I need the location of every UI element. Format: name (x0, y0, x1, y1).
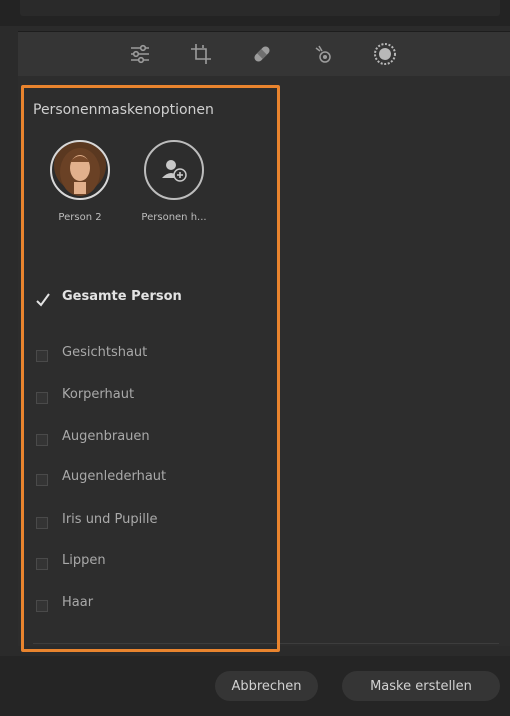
mask-icon[interactable] (373, 42, 397, 66)
checkbox[interactable] (36, 558, 48, 570)
option-label: Haar (62, 594, 94, 610)
option-haar[interactable]: Haar (36, 591, 93, 613)
person-2-thumbnail[interactable]: Person 2 (45, 140, 115, 223)
checkbox[interactable] (36, 474, 48, 486)
option-augenlederhaut[interactable]: Augenlederhaut (36, 465, 166, 487)
option-label: Iris und Pupille (62, 511, 158, 527)
option-label: Gesichtshaut (62, 344, 148, 360)
red-eye-icon[interactable] (312, 42, 336, 66)
option-label: Augenbrauen (62, 428, 150, 444)
sliders-icon[interactable] (128, 42, 152, 66)
checkmark-icon (36, 292, 50, 307)
option-gesichtshaut[interactable]: Gesichtshaut (36, 341, 147, 363)
top-strip (0, 0, 510, 26)
panel-title: Personenmaskenoptionen (33, 102, 214, 118)
cancel-button[interactable]: Abbrechen (215, 671, 318, 701)
checkbox[interactable] (36, 434, 48, 446)
checkbox[interactable] (36, 600, 48, 612)
checkbox[interactable] (36, 517, 48, 529)
option-label: Lippen (62, 552, 106, 568)
person-label: Person 2 (58, 212, 102, 223)
top-toolbar-remnant (20, 0, 500, 16)
healing-icon[interactable] (250, 42, 274, 66)
option-label: Augenlederhaut (62, 468, 167, 484)
add-person-label: Personen h... (141, 212, 207, 223)
option-augenbrauen[interactable]: Augenbrauen (36, 425, 150, 447)
checkbox[interactable] (36, 392, 48, 404)
add-person-icon (144, 140, 204, 200)
option-korperhaut[interactable]: Korperhaut (36, 383, 134, 405)
edit-toolbar (18, 31, 510, 77)
checkbox[interactable] (36, 350, 48, 362)
option-iris-und-pupille[interactable]: Iris und Pupille (36, 508, 158, 530)
add-person-button[interactable]: Personen h... (139, 140, 209, 223)
crop-icon[interactable] (189, 42, 213, 66)
option-gesamte-person[interactable]: Gesamte Person (36, 285, 182, 307)
option-label: Korperhaut (62, 386, 135, 402)
create-mask-button[interactable]: Maske erstellen (342, 671, 500, 701)
divider (33, 643, 499, 644)
avatar (50, 140, 110, 200)
option-lippen[interactable]: Lippen (36, 549, 106, 571)
option-label: Gesamte Person (62, 288, 182, 304)
